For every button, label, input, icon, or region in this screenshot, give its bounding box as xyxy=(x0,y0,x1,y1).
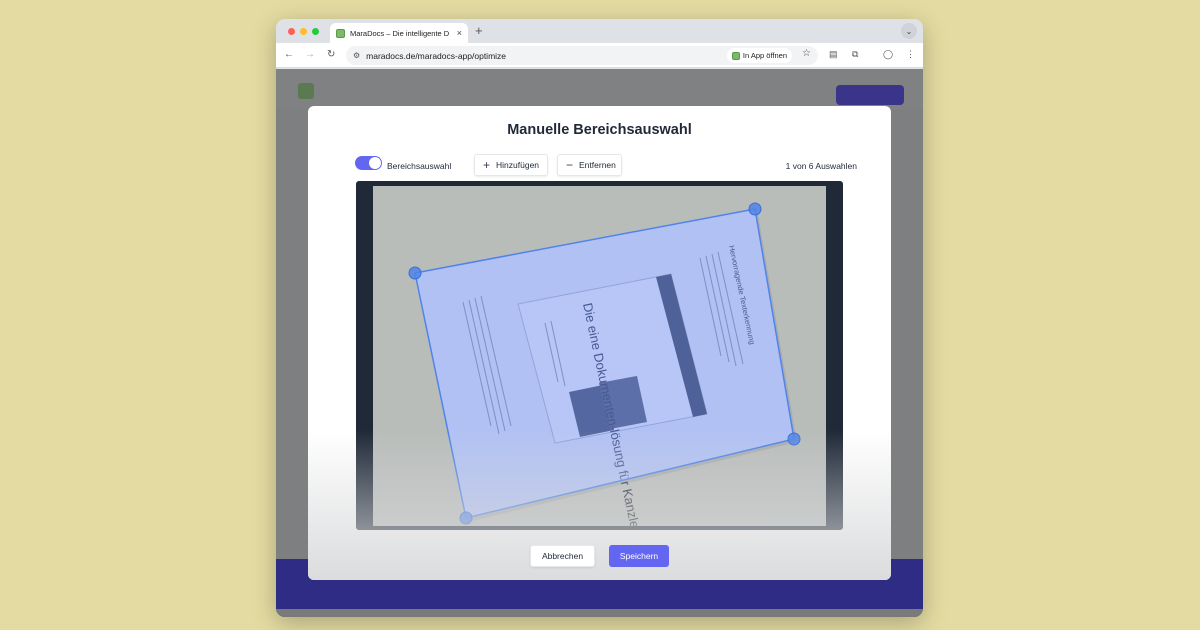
app-icon xyxy=(731,51,740,60)
add-label: Hinzufügen xyxy=(496,160,540,170)
extensions-icon[interactable]: ⧉ xyxy=(852,49,858,60)
forward-arrow-icon[interactable]: → xyxy=(305,49,315,60)
tab-title: MaraDocs – Die intelligente D xyxy=(350,28,450,38)
star-icon[interactable]: ☆ xyxy=(802,48,811,59)
plus-icon: + xyxy=(483,158,491,172)
open-in-app-button[interactable]: In App öffnen xyxy=(726,48,792,63)
minus-icon: − xyxy=(566,158,574,172)
reader-icon[interactable]: ▤ xyxy=(829,49,838,60)
maximize-window-button[interactable] xyxy=(312,28,319,35)
tab-bar: MaraDocs – Die intelligente D × + ⌄ xyxy=(276,19,923,43)
page-footer-strip xyxy=(276,609,923,617)
corner-handle-bottom-right[interactable] xyxy=(787,432,801,446)
dialog-title: Manuelle Bereichsauswahl xyxy=(507,122,692,138)
cancel-button[interactable]: Abbrechen xyxy=(530,545,595,567)
url-text: maradocs.de/maradocs-app/optimize xyxy=(366,50,507,61)
document-photo-svg: Die eine Dokumenten-lösung für Kanzleien… xyxy=(373,186,826,526)
toggle-label: Bereichsauswahl xyxy=(387,161,452,171)
favicon-icon xyxy=(336,28,345,38)
area-selection-toggle[interactable] xyxy=(355,156,382,170)
toggle-knob xyxy=(369,157,381,169)
address-bar: ← → ↻ ⚙ maradocs.de/maradocs-app/optimiz… xyxy=(276,43,923,68)
reload-icon[interactable]: ↻ xyxy=(327,49,335,60)
save-button[interactable]: Speichern xyxy=(609,545,669,567)
image-canvas[interactable]: Die eine Dokumenten-lösung für Kanzleien… xyxy=(356,181,843,530)
scanned-photo: Die eine Dokumenten-lösung für Kanzleien… xyxy=(373,186,826,526)
corner-handle-top-left[interactable] xyxy=(408,266,422,280)
page-logo-icon xyxy=(298,83,314,99)
remove-label: Entfernen xyxy=(579,160,616,170)
tab-search-button[interactable]: ⌄ xyxy=(901,23,917,39)
close-window-button[interactable] xyxy=(288,28,295,35)
browser-tab[interactable]: MaraDocs – Die intelligente D × xyxy=(330,23,468,43)
area-selection-dialog: Manuelle Bereichsauswahl Bereichsauswahl… xyxy=(308,106,891,580)
new-tab-button[interactable]: + xyxy=(475,23,483,38)
corner-handle-bottom-left[interactable] xyxy=(459,511,473,525)
menu-icon[interactable]: ⋮ xyxy=(906,49,915,60)
back-arrow-icon[interactable]: ← xyxy=(284,49,294,60)
page-cta-button xyxy=(836,85,904,105)
page-header xyxy=(276,69,923,109)
minimize-window-button[interactable] xyxy=(300,28,307,35)
profile-icon[interactable]: ◯ xyxy=(883,49,893,60)
selection-counter: 1 von 6 Auswahlen xyxy=(785,161,857,171)
url-field[interactable]: ⚙ maradocs.de/maradocs-app/optimize In A… xyxy=(346,46,818,65)
add-selection-button[interactable]: + Hinzufügen xyxy=(474,154,548,176)
remove-selection-button[interactable]: − Entfernen xyxy=(557,154,622,176)
tab-close-icon[interactable]: × xyxy=(457,28,462,38)
corner-handle-top-right[interactable] xyxy=(748,202,762,216)
site-settings-icon[interactable]: ⚙ xyxy=(353,51,360,60)
